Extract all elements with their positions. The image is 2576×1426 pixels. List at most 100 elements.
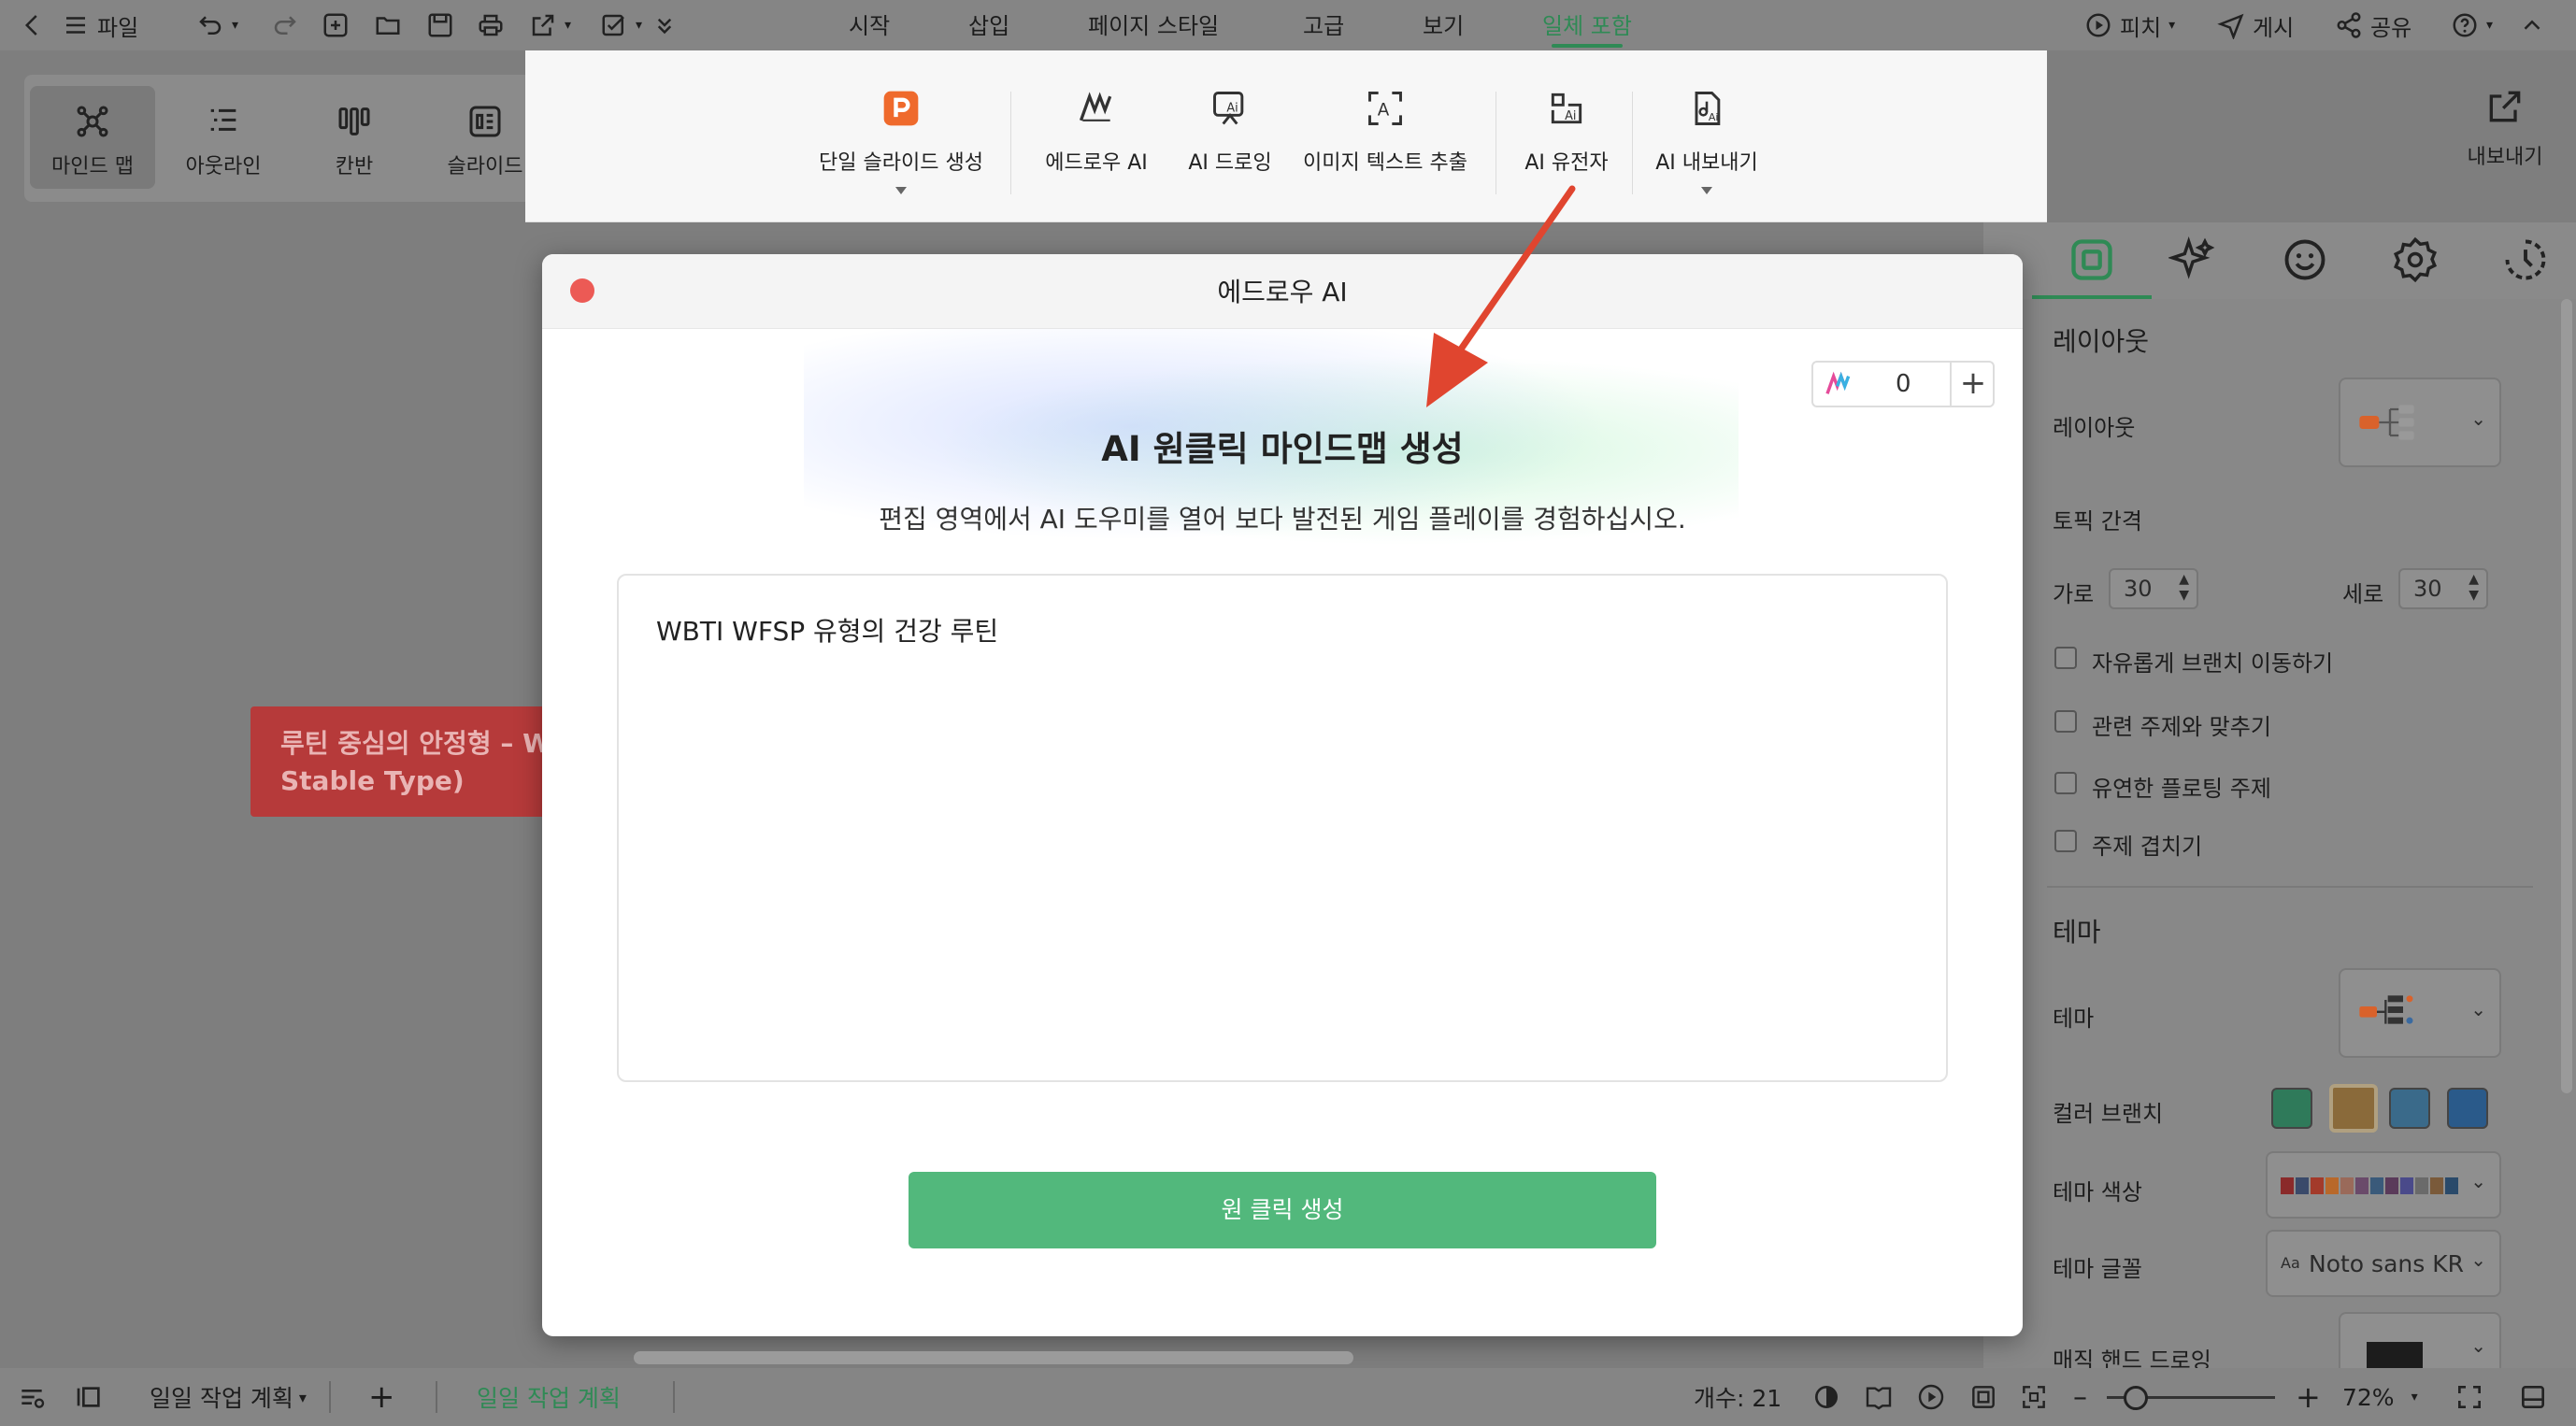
view-kanban-button[interactable]: 칸반: [292, 86, 417, 189]
image-text-extract-button[interactable]: A 이미지 텍스트 추출: [1294, 88, 1477, 176]
page-dropdown-label: 일일 작업 계획: [150, 1385, 293, 1412]
redo-icon: [271, 11, 299, 39]
redo-button[interactable]: [271, 0, 299, 50]
flexible-floating-checkbox[interactable]: [2054, 772, 2077, 794]
chevron-down-icon: ▾: [565, 18, 572, 33]
canvas-scrollbar[interactable]: [634, 1351, 1353, 1364]
share-button[interactable]: 공유: [2335, 0, 2411, 50]
align-related-checkbox[interactable]: [2054, 710, 2077, 733]
tab-ai-style[interactable]: [2168, 235, 2217, 284]
add-page-button[interactable]: +: [368, 1368, 395, 1426]
ai-export-icon: Ai: [1686, 88, 1727, 129]
tab-layout-panel[interactable]: [2068, 235, 2116, 284]
help-button[interactable]: ▾: [2451, 0, 2493, 50]
stepper-arrows-icon[interactable]: ▲ ▼: [2469, 572, 2479, 604]
page-list-button[interactable]: [17, 1368, 47, 1426]
export-quick-button[interactable]: ▾: [529, 0, 571, 50]
color-branch-option[interactable]: [2389, 1088, 2430, 1129]
page-dropdown[interactable]: 일일 작업 계획 ▾: [150, 1368, 307, 1426]
layout-dropdown[interactable]: ⌄: [2339, 378, 2501, 467]
tab-settings[interactable]: [2391, 235, 2440, 284]
play-button[interactable]: [1916, 1368, 1946, 1426]
edraw-ai-button[interactable]: 에드로우 AI: [1028, 88, 1165, 176]
ai-gene-button[interactable]: Ai AI 유전자: [1509, 88, 1624, 176]
theme-dropdown[interactable]: ⌄: [2339, 968, 2501, 1058]
stepper-arrows-icon[interactable]: ▲ ▼: [2179, 572, 2189, 604]
page-tab-active[interactable]: 일일 작업 계획: [477, 1368, 621, 1426]
fit-page-button[interactable]: [1968, 1368, 1998, 1426]
page-panel-button[interactable]: [75, 1368, 105, 1426]
overlap-topics-checkbox[interactable]: [2054, 830, 2077, 852]
tab-ai[interactable]: 일체 포함: [1542, 0, 1632, 50]
zoom-in-button[interactable]: +: [2296, 1368, 2321, 1426]
theme-toggle-button[interactable]: [1811, 1368, 1841, 1426]
fit-screen-button[interactable]: [2019, 1368, 2049, 1426]
vertical-spacing-stepper[interactable]: 30 ▲ ▼: [2398, 568, 2488, 609]
new-button[interactable]: [322, 0, 350, 50]
fullscreen-button[interactable]: [2454, 1368, 2484, 1426]
color-branch-option[interactable]: [2447, 1088, 2488, 1129]
theme-color-swatch: [2385, 1177, 2398, 1194]
chevron-down-icon: [895, 187, 907, 194]
ai-drawing-button[interactable]: Ai AI 드로잉: [1174, 88, 1286, 176]
read-mode-button[interactable]: [1864, 1368, 1894, 1426]
tab-insert[interactable]: 삽입: [968, 0, 1009, 50]
svg-text:Ai: Ai: [1226, 102, 1238, 116]
sparkle-icon: [2168, 236, 2215, 279]
view-mindmap-label: 마인드 맵: [51, 155, 134, 178]
theme-color-dropdown[interactable]: ⌄: [2266, 1151, 2501, 1219]
contrast-icon: [1811, 1382, 1841, 1412]
open-button[interactable]: [374, 0, 402, 50]
minimize-panel-button[interactable]: [2518, 1368, 2548, 1426]
tab-page-style[interactable]: 페이지 스타일: [1088, 0, 1219, 50]
tab-history[interactable]: [2501, 235, 2550, 284]
theme-font-dropdown[interactable]: Aa Noto sans KR ⌄: [2266, 1230, 2501, 1297]
save-button[interactable]: [426, 0, 454, 50]
hand-drawing-dropdown[interactable]: ⌄: [2339, 1312, 2501, 1370]
view-outline-button[interactable]: 아웃라인: [161, 86, 286, 189]
task-button[interactable]: ▾: [600, 0, 642, 50]
color-branch-option-selected[interactable]: [2329, 1084, 2378, 1133]
pitch-button[interactable]: 피치 ▾: [2084, 0, 2175, 50]
color-branch-option[interactable]: [2271, 1088, 2312, 1129]
tab-advanced[interactable]: 고급: [1303, 0, 1344, 50]
view-mindmap-button[interactable]: 마인드 맵: [30, 86, 155, 189]
more-button[interactable]: [651, 0, 679, 50]
file-menu-button[interactable]: 파일: [62, 0, 138, 50]
mindmap-node[interactable]: 루틴 중심의 안정형 – W Stable Type): [250, 706, 550, 817]
zoom-dropdown[interactable]: 72% ▾: [2342, 1368, 2418, 1426]
bottom-divider: [673, 1381, 675, 1413]
tab-start[interactable]: 시작: [849, 0, 890, 50]
pitch-label: 피치: [2120, 14, 2162, 41]
zoom-slider-thumb[interactable]: [2124, 1386, 2148, 1410]
one-click-generate-button[interactable]: 원 클릭 생성: [909, 1172, 1656, 1248]
tab-view[interactable]: 보기: [1423, 0, 1464, 50]
vertical-label: 세로: [2342, 581, 2384, 607]
ai-export-button[interactable]: Ai AI 내보내기: [1643, 88, 1770, 194]
add-credits-button[interactable]: +: [1952, 363, 1995, 406]
layout-section-title: 레이아웃: [2053, 326, 2150, 357]
panel-scrollbar[interactable]: [2561, 299, 2572, 1093]
chevron-down-icon: ▾: [2168, 18, 2176, 33]
single-slide-button[interactable]: 단일 슬라이드 생성: [809, 88, 993, 194]
prompt-textarea[interactable]: WBTI WFSP 유형의 건강 루틴: [617, 574, 1948, 1082]
back-button[interactable]: [19, 0, 47, 50]
kanban-icon: [336, 103, 373, 140]
publish-button[interactable]: 게시: [2217, 0, 2294, 50]
export-button[interactable]: 내보내기: [2449, 86, 2561, 170]
horizontal-spacing-stepper[interactable]: 30 ▲ ▼: [2109, 568, 2198, 609]
share-icon: [2335, 11, 2363, 39]
theme-color-swatch: [2296, 1177, 2309, 1194]
undo-button[interactable]: ▾: [196, 0, 238, 50]
folder-icon: [374, 11, 402, 39]
zoom-value: 72%: [2342, 1383, 2395, 1411]
collapse-button[interactable]: [2518, 0, 2546, 50]
zoom-out-button[interactable]: –: [2073, 1368, 2087, 1426]
ai-ribbon: 단일 슬라이드 생성 에드로우 AI Ai AI 드로잉 A 이미지 텍스트 추…: [525, 50, 2047, 222]
share-box-icon: [529, 11, 557, 39]
free-branch-checkbox[interactable]: [2054, 647, 2077, 669]
ai-drawing-label: AI 드로잉: [1188, 151, 1272, 175]
tab-icons[interactable]: [2281, 235, 2329, 284]
print-button[interactable]: [477, 0, 505, 50]
chevron-down-icon: ⌄: [2470, 1248, 2486, 1271]
